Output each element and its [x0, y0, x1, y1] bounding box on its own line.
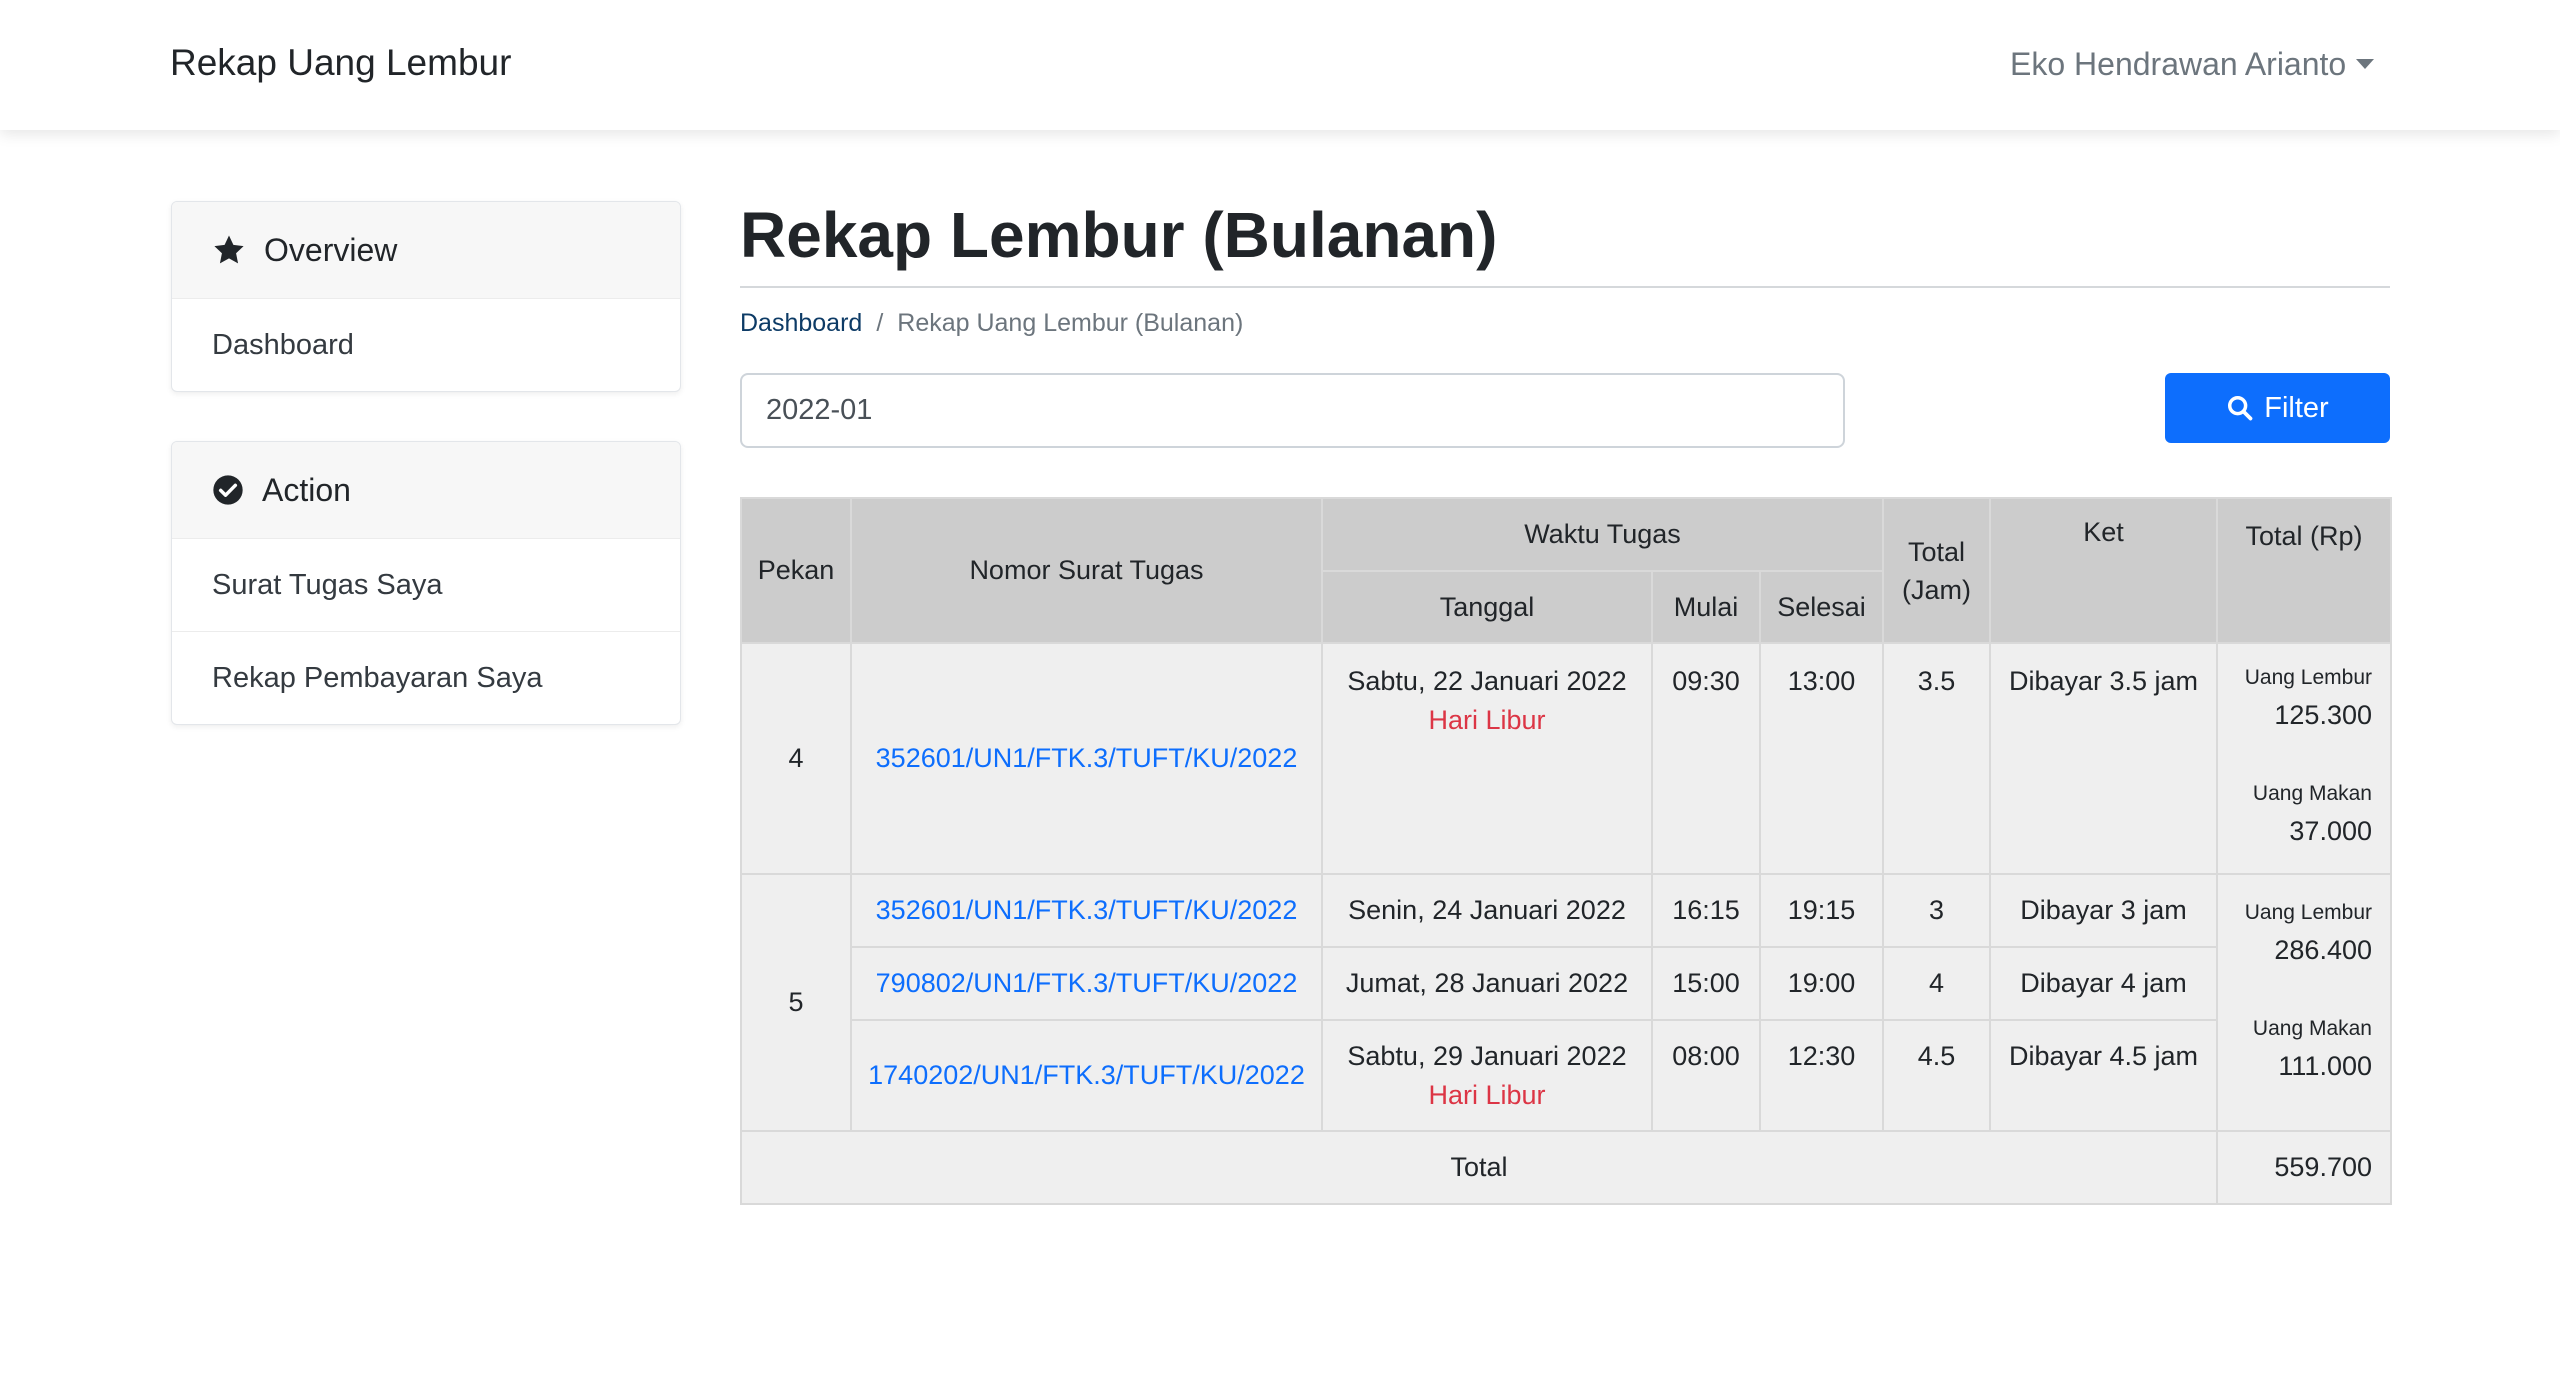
ket-cell: Dibayar 3.5 jam: [1989, 642, 2218, 875]
total-row: Total 559.700: [740, 1130, 2392, 1205]
tanggal-text: Sabtu, 29 Januari 2022: [1347, 1041, 1627, 1071]
uang-lembur-label: Uang Lembur: [2244, 901, 2372, 924]
table-row: 4 352601/UN1/FTK.3/TUFT/KU/2022 Sabtu, 2…: [740, 642, 2392, 875]
uang-makan-label: Uang Makan: [2252, 1017, 2372, 1040]
selesai-cell: 19:15: [1759, 873, 1884, 948]
breadcrumb-current: Rekap Uang Lembur (Bulanan): [897, 309, 1244, 337]
total-jam-cell: 4.5: [1882, 1019, 1991, 1132]
filter-button[interactable]: Filter: [2165, 373, 2390, 443]
tanggal-text: Sabtu, 22 Januari 2022: [1347, 666, 1627, 696]
page-title: Rekap Lembur (Bulanan): [740, 199, 1498, 271]
sidebar-item-dashboard[interactable]: Dashboard: [172, 299, 680, 391]
tanggal-text: Jumat, 28 Januari 2022: [1321, 946, 1653, 1021]
selesai-cell: 13:00: [1759, 642, 1884, 875]
user-dropdown[interactable]: Eko Hendrawan Arianto: [2010, 46, 2375, 83]
total-jam-cell: 4: [1882, 946, 1991, 1021]
header-nomor-surat: Nomor Surat Tugas: [850, 497, 1323, 644]
ket-cell: Dibayar 3 jam: [1989, 873, 2218, 948]
header-ket: Ket: [1989, 497, 2218, 644]
table-row: 790802/UN1/FTK.3/TUFT/KU/2022 Jumat, 28 …: [741, 946, 2391, 1021]
overview-title: Overview: [264, 231, 398, 268]
sidebar-item-rekap-pembayaran[interactable]: Rekap Pembayaran Saya: [172, 632, 680, 724]
action-title: Action: [262, 471, 351, 508]
selesai-cell: 19:00: [1759, 946, 1884, 1021]
star-icon: [214, 235, 244, 264]
uang-makan-label: Uang Makan: [2252, 782, 2372, 805]
total-value: 559.700: [2216, 1130, 2392, 1205]
sidebar-item-surat-tugas[interactable]: Surat Tugas Saya: [172, 539, 680, 632]
pekan-cell: 4: [740, 642, 852, 875]
top-navbar: Rekap Uang Lembur Eko Hendrawan Arianto: [0, 0, 2560, 130]
filter-button-label: Filter: [2264, 391, 2329, 424]
rekap-table: Pekan Nomor Surat Tugas Waktu Tugas Tota…: [740, 497, 2392, 1205]
uang-lembur-value: 286.400: [2274, 935, 2372, 965]
navbar-brand[interactable]: Rekap Uang Lembur: [170, 42, 511, 84]
breadcrumb-home-link[interactable]: Dashboard: [740, 309, 862, 337]
title-divider: [740, 286, 2390, 288]
table-row: 1740202/UN1/FTK.3/TUFT/KU/2022 Sabtu, 29…: [741, 1019, 2391, 1132]
search-icon: [2228, 395, 2253, 421]
total-label: Total: [740, 1130, 2218, 1205]
check-circle-icon: [213, 475, 243, 505]
mulai-cell: 16:15: [1651, 873, 1761, 948]
pekan-cell: 5: [740, 873, 852, 1132]
mulai-cell: 08:00: [1651, 1019, 1761, 1132]
overview-card: Overview Dashboard: [171, 201, 681, 392]
header-selesai: Selesai: [1759, 570, 1884, 644]
hari-libur-label: Hari Libur: [1428, 705, 1546, 735]
header-pekan: Pekan: [740, 497, 852, 644]
ket-cell: Dibayar 4.5 jam: [1989, 1019, 2218, 1132]
caret-down-icon: [2356, 59, 2375, 69]
action-card: Action Surat Tugas Saya Rekap Pembayaran…: [171, 441, 681, 725]
total-jam-cell: 3.5: [1882, 642, 1991, 875]
breadcrumb-separator: /: [876, 309, 884, 337]
surat-tugas-link[interactable]: 1740202/UN1/FTK.3/TUFT/KU/2022: [868, 1060, 1305, 1090]
uang-makan-value: 37.000: [2289, 816, 2372, 846]
uang-lembur-value: 125.300: [2274, 700, 2372, 730]
hari-libur-label: Hari Libur: [1428, 1080, 1546, 1110]
table-row: 5 352601/UN1/FTK.3/TUFT/KU/2022 Senin, 2…: [740, 873, 2392, 1132]
ket-cell: Dibayar 4 jam: [1989, 946, 2218, 1021]
mulai-cell: 15:00: [1651, 946, 1761, 1021]
tanggal-text: Senin, 24 Januari 2022: [1321, 873, 1653, 948]
overview-card-header: Overview: [172, 202, 680, 299]
user-name: Eko Hendrawan Arianto: [2010, 46, 2347, 82]
header-total-jam: Total (Jam): [1882, 497, 1991, 644]
surat-tugas-link[interactable]: 790802/UN1/FTK.3/TUFT/KU/2022: [876, 968, 1298, 998]
header-tanggal: Tanggal: [1321, 570, 1653, 644]
header-waktu-tugas: Waktu Tugas: [1321, 497, 1884, 572]
action-card-header: Action: [172, 442, 680, 539]
breadcrumb: Dashboard / Rekap Uang Lembur (Bulanan): [740, 309, 1243, 338]
uang-lembur-label: Uang Lembur: [2244, 666, 2372, 689]
surat-tugas-link[interactable]: 352601/UN1/FTK.3/TUFT/KU/2022: [876, 743, 1298, 773]
surat-tugas-link[interactable]: 352601/UN1/FTK.3/TUFT/KU/2022: [876, 895, 1298, 925]
header-total-rp: Total (Rp): [2216, 497, 2392, 644]
uang-makan-value: 111.000: [2278, 1051, 2372, 1081]
month-filter-input[interactable]: [740, 373, 1845, 448]
mulai-cell: 09:30: [1651, 642, 1761, 875]
total-jam-cell: 3: [1882, 873, 1991, 948]
selesai-cell: 12:30: [1759, 1019, 1884, 1132]
header-mulai: Mulai: [1651, 570, 1761, 644]
